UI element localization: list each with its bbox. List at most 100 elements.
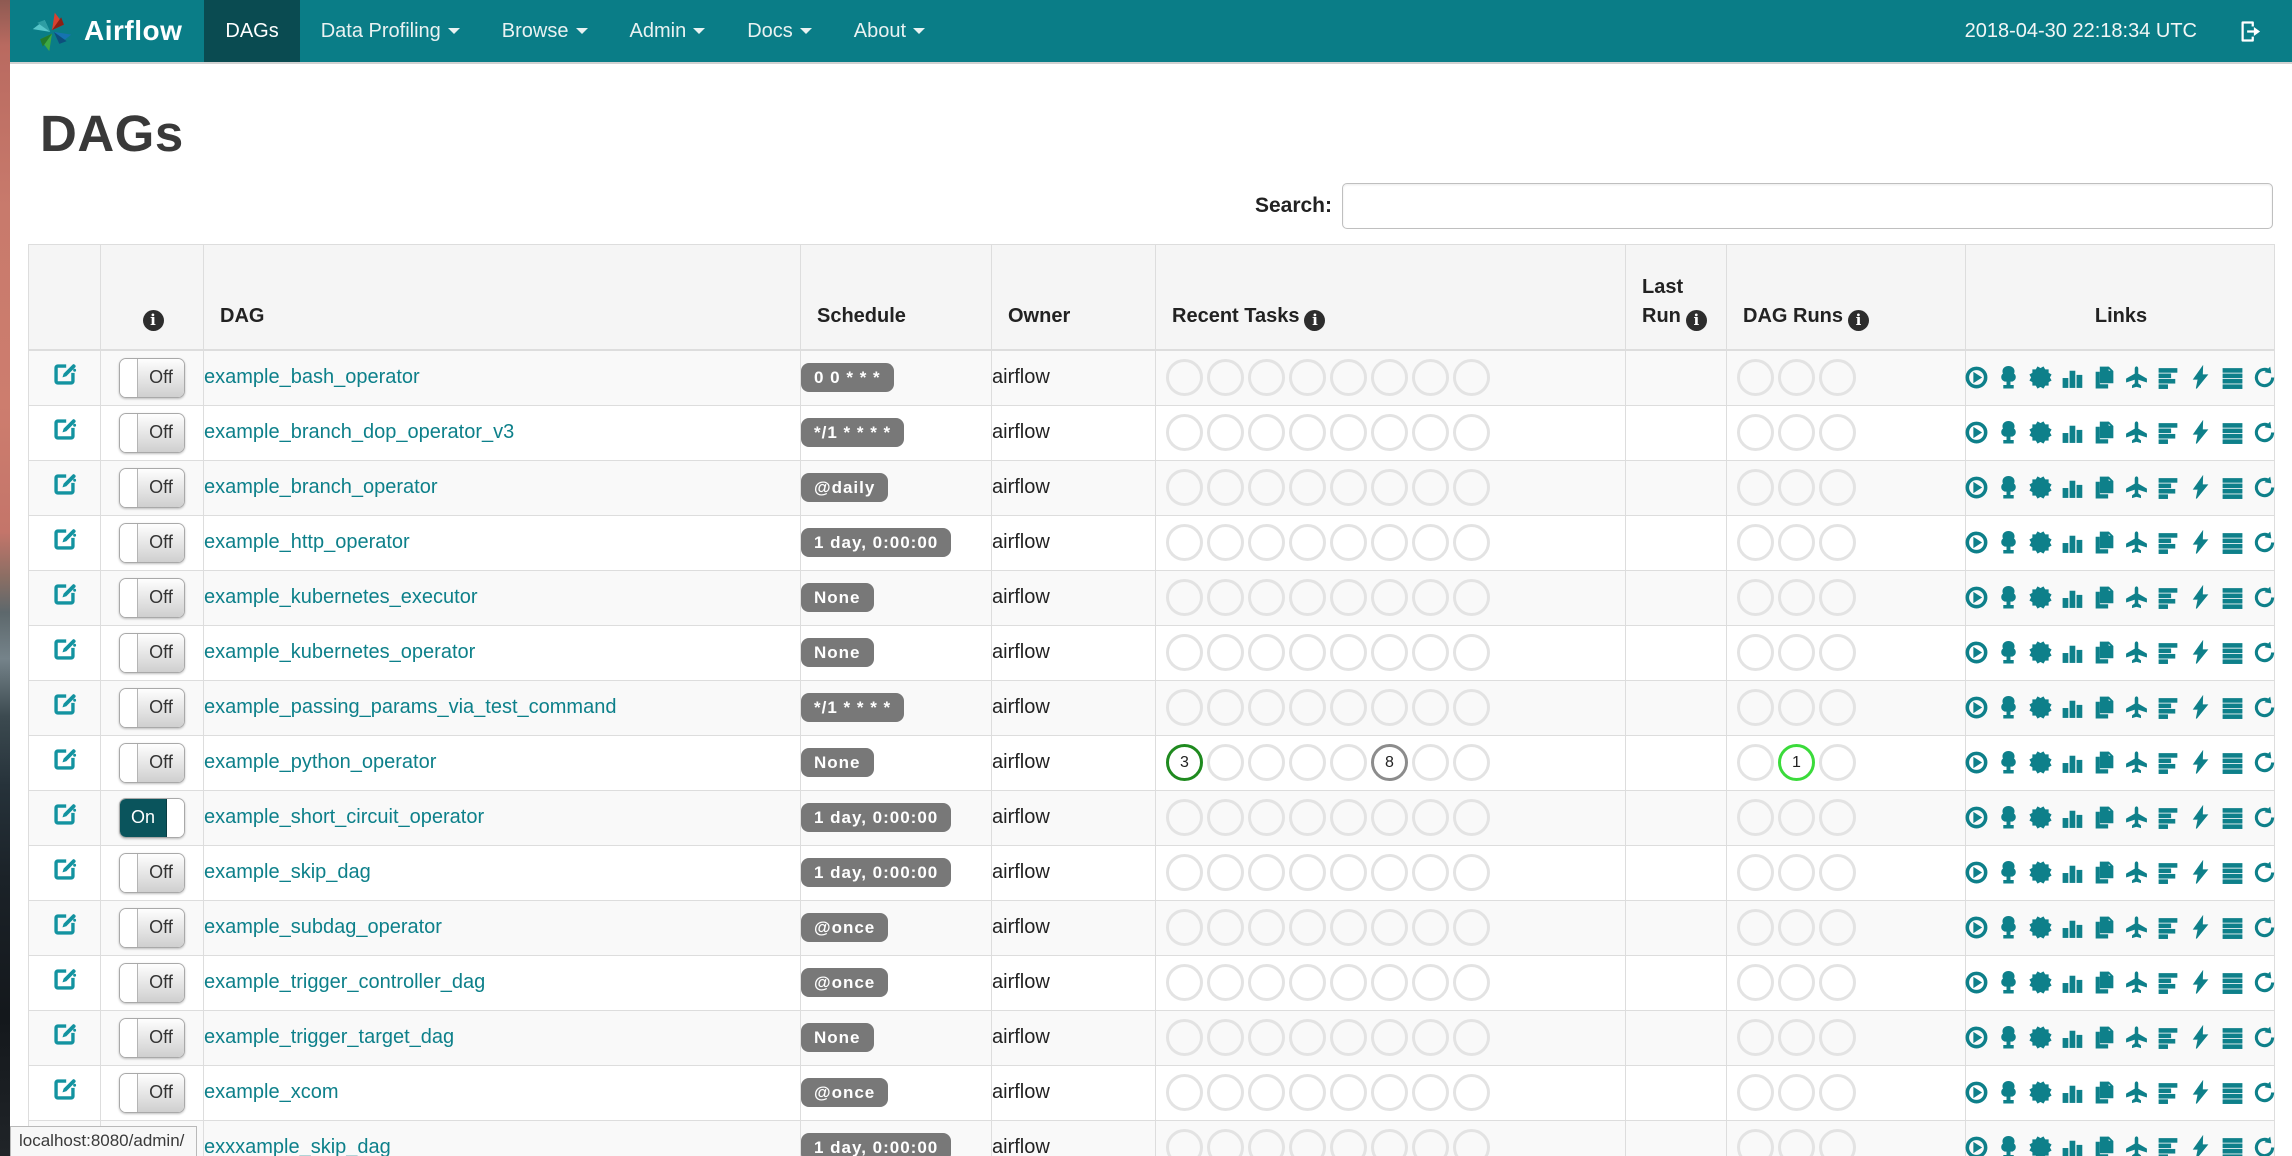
- task-state-circle[interactable]: [1371, 579, 1408, 616]
- code-view-icon[interactable]: [2188, 585, 2213, 610]
- nav-item-docs[interactable]: Docs: [726, 0, 833, 62]
- task-state-circle[interactable]: [1207, 964, 1244, 1001]
- task-state-circle[interactable]: [1166, 689, 1203, 726]
- task-state-circle[interactable]: [1166, 579, 1203, 616]
- edit-dag-button[interactable]: [51, 361, 78, 388]
- task-state-circle[interactable]: [1330, 964, 1367, 1001]
- code-view-icon[interactable]: [2188, 750, 2213, 775]
- edit-dag-button[interactable]: [51, 1076, 78, 1103]
- logs-icon[interactable]: [2220, 475, 2245, 500]
- dag-name-link[interactable]: example_branch_operator: [204, 476, 438, 498]
- task-tries-icon[interactable]: [2092, 530, 2117, 555]
- task-state-circle[interactable]: [1371, 1129, 1408, 1156]
- task-state-circle[interactable]: [1166, 1019, 1203, 1056]
- logs-icon[interactable]: [2220, 1080, 2245, 1105]
- tree-view-icon[interactable]: [1996, 860, 2021, 885]
- trigger-dag-icon[interactable]: [1964, 915, 1989, 940]
- task-tries-icon[interactable]: [2092, 475, 2117, 500]
- gantt-icon[interactable]: [2156, 1135, 2181, 1156]
- task-tries-icon[interactable]: [2092, 1080, 2117, 1105]
- task-state-circle[interactable]: [1819, 964, 1856, 1001]
- logs-icon[interactable]: [2220, 1135, 2245, 1156]
- task-state-circle[interactable]: [1737, 579, 1774, 616]
- task-state-circle[interactable]: [1248, 909, 1285, 946]
- graph-view-icon[interactable]: [2028, 750, 2053, 775]
- task-state-circle[interactable]: [1330, 524, 1367, 561]
- task-state-circle[interactable]: [1289, 469, 1326, 506]
- task-state-circle[interactable]: 8: [1371, 744, 1408, 781]
- task-state-circle[interactable]: [1737, 744, 1774, 781]
- graph-view-icon[interactable]: [2028, 1025, 2053, 1050]
- task-state-circle[interactable]: [1778, 469, 1815, 506]
- task-state-circle[interactable]: [1330, 799, 1367, 836]
- tree-view-icon[interactable]: [1996, 365, 2021, 390]
- task-state-circle[interactable]: [1412, 579, 1449, 616]
- task-state-circle[interactable]: [1778, 1019, 1815, 1056]
- trigger-dag-icon[interactable]: [1964, 805, 1989, 830]
- task-state-circle[interactable]: [1289, 414, 1326, 451]
- task-state-circle[interactable]: [1371, 359, 1408, 397]
- task-state-circle[interactable]: [1453, 414, 1490, 451]
- edit-dag-button[interactable]: [51, 966, 78, 993]
- graph-view-icon[interactable]: [2028, 585, 2053, 610]
- pause-toggle[interactable]: On: [119, 797, 185, 838]
- gantt-icon[interactable]: [2156, 805, 2181, 830]
- task-duration-icon[interactable]: [2060, 1080, 2085, 1105]
- task-state-circle[interactable]: [1737, 524, 1774, 561]
- task-state-circle[interactable]: [1166, 469, 1203, 506]
- task-state-circle[interactable]: [1166, 964, 1203, 1001]
- task-state-circle[interactable]: [1207, 909, 1244, 946]
- logs-icon[interactable]: [2220, 1025, 2245, 1050]
- task-duration-icon[interactable]: [2060, 585, 2085, 610]
- graph-view-icon[interactable]: [2028, 420, 2053, 445]
- task-state-circle[interactable]: [1778, 524, 1815, 561]
- graph-view-icon[interactable]: [2028, 805, 2053, 830]
- task-state-circle[interactable]: [1330, 634, 1367, 671]
- task-duration-icon[interactable]: [2060, 915, 2085, 940]
- edit-dag-button[interactable]: [51, 691, 78, 718]
- gantt-icon[interactable]: [2156, 475, 2181, 500]
- dag-name-link[interactable]: example_skip_dag: [204, 861, 371, 883]
- gantt-icon[interactable]: [2156, 915, 2181, 940]
- gantt-icon[interactable]: [2156, 970, 2181, 995]
- nav-item-about[interactable]: About: [833, 0, 946, 62]
- refresh-icon[interactable]: [2252, 1080, 2277, 1105]
- task-tries-icon[interactable]: [2092, 585, 2117, 610]
- task-state-circle[interactable]: [1371, 964, 1408, 1001]
- task-state-circle[interactable]: [1371, 689, 1408, 726]
- trigger-dag-icon[interactable]: [1964, 1080, 1989, 1105]
- logs-icon[interactable]: [2220, 750, 2245, 775]
- task-state-circle[interactable]: [1330, 414, 1367, 451]
- task-state-circle[interactable]: [1371, 414, 1408, 451]
- task-state-circle[interactable]: [1778, 909, 1815, 946]
- trigger-dag-icon[interactable]: [1964, 365, 1989, 390]
- task-tries-icon[interactable]: [2092, 860, 2117, 885]
- task-state-circle[interactable]: [1453, 909, 1490, 946]
- task-tries-icon[interactable]: [2092, 1135, 2117, 1156]
- task-state-circle[interactable]: [1819, 689, 1856, 726]
- task-state-circle[interactable]: [1330, 579, 1367, 616]
- nav-item-dags[interactable]: DAGs: [204, 0, 300, 62]
- task-state-circle[interactable]: [1371, 524, 1408, 561]
- task-state-circle[interactable]: [1819, 469, 1856, 506]
- pause-toggle[interactable]: Off: [119, 907, 185, 948]
- task-state-circle[interactable]: [1371, 1019, 1408, 1056]
- task-state-circle[interactable]: [1819, 1074, 1856, 1111]
- graph-view-icon[interactable]: [2028, 1135, 2053, 1156]
- trigger-dag-icon[interactable]: [1964, 585, 1989, 610]
- refresh-icon[interactable]: [2252, 1025, 2277, 1050]
- task-state-circle[interactable]: [1207, 469, 1244, 506]
- task-duration-icon[interactable]: [2060, 805, 2085, 830]
- dag-name-link[interactable]: exxxample_skip_dag: [204, 1136, 391, 1156]
- task-duration-icon[interactable]: [2060, 970, 2085, 995]
- task-state-circle[interactable]: [1737, 634, 1774, 671]
- refresh-icon[interactable]: [2252, 695, 2277, 720]
- task-state-circle[interactable]: [1737, 414, 1774, 451]
- dag-name-link[interactable]: example_trigger_controller_dag: [204, 971, 485, 993]
- gantt-icon[interactable]: [2156, 585, 2181, 610]
- tree-view-icon[interactable]: [1996, 530, 2021, 555]
- task-state-circle[interactable]: [1819, 1129, 1856, 1156]
- task-state-circle[interactable]: [1166, 359, 1203, 397]
- task-state-circle[interactable]: [1453, 964, 1490, 1001]
- trigger-dag-icon[interactable]: [1964, 970, 1989, 995]
